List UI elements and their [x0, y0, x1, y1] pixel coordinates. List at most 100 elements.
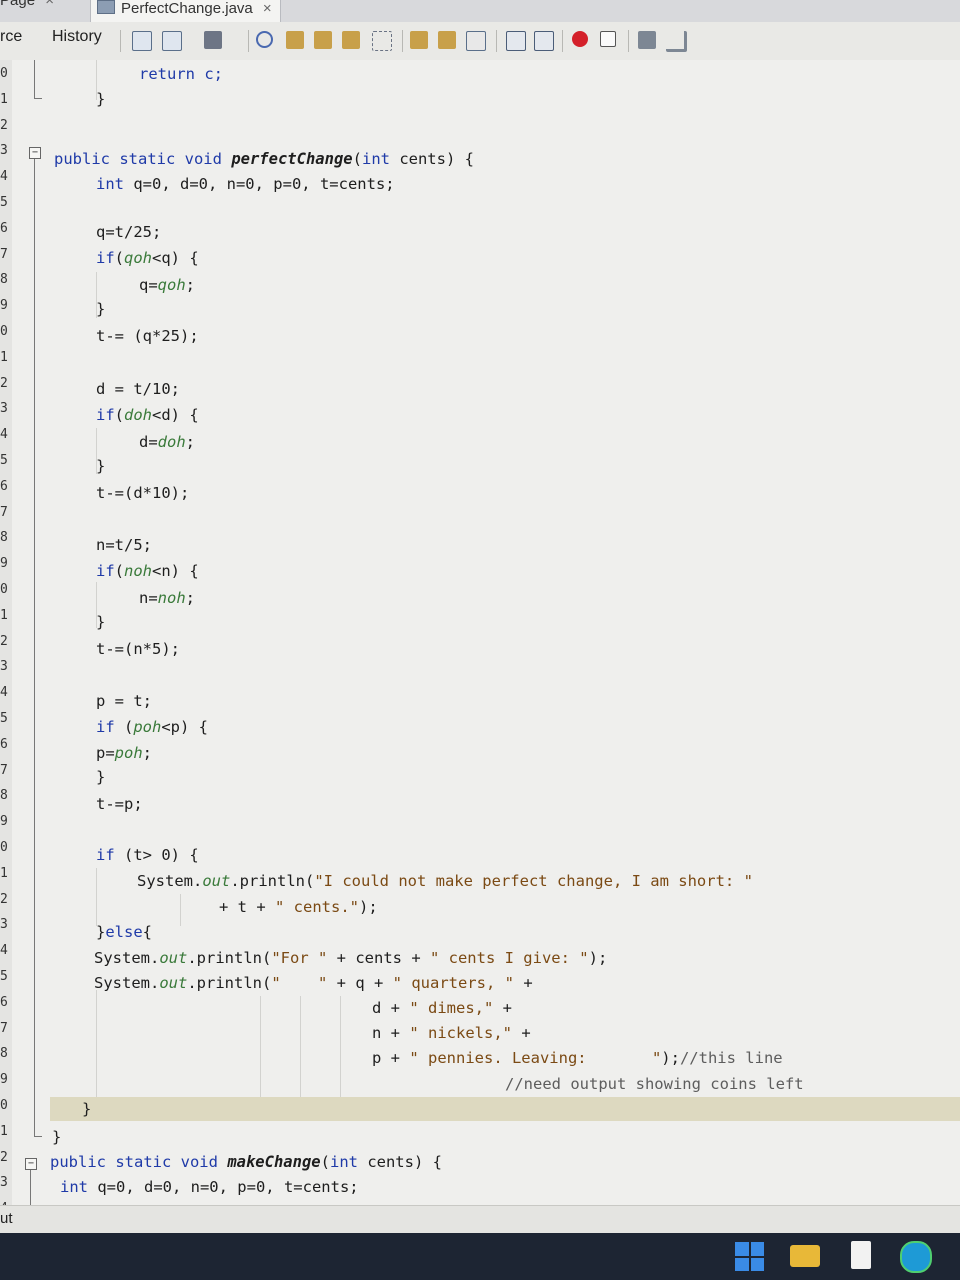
code-line[interactable]: public static void makeChange(int cents)…	[50, 1153, 442, 1171]
code-line[interactable]: n + " nickels," +	[372, 1024, 531, 1042]
code-line[interactable]: if (poh<p) {	[96, 718, 208, 736]
code-line[interactable]: int q=0, d=0, n=0, p=0, t=cents;	[96, 175, 395, 193]
code-line[interactable]: p + " pennies. Leaving: ");//this line	[372, 1049, 783, 1067]
tab-close-icon[interactable]: ×	[263, 0, 272, 17]
line-number: 1	[0, 607, 8, 623]
previous-bookmark-icon[interactable]	[410, 31, 428, 49]
notepad-icon[interactable]	[851, 1241, 871, 1269]
code-line[interactable]: q=qoh;	[139, 276, 195, 294]
code-line[interactable]: }	[82, 1100, 91, 1118]
uncomment-icon[interactable]	[666, 31, 687, 52]
code-token: p=	[96, 744, 115, 762]
toggle-highlight-icon[interactable]	[342, 31, 360, 49]
code-line[interactable]: System.out.println("I could not make per…	[137, 872, 753, 890]
code-line[interactable]: if(noh<n) {	[96, 562, 199, 580]
code-line[interactable]: n=t/5;	[96, 536, 152, 554]
line-number: 0	[0, 66, 8, 81]
windows-start-icon[interactable]	[735, 1242, 764, 1271]
code-line[interactable]: t-=p;	[96, 795, 143, 813]
code-line[interactable]: System.out.println("For " + cents + " ce…	[94, 949, 607, 967]
line-number: 7	[0, 504, 8, 520]
outline-panel-header[interactable]: ut	[0, 1205, 960, 1234]
file-explorer-icon[interactable]	[790, 1245, 820, 1267]
code-token: ;	[185, 433, 196, 451]
code-token: if	[96, 249, 115, 267]
tab-perfectchange-java[interactable]: PerfectChange.java ×	[90, 0, 281, 23]
code-token: System.	[94, 949, 160, 967]
tab-page[interactable]: Page ×	[0, 0, 54, 16]
fold-toggle-icon[interactable]: −	[29, 147, 41, 159]
shift-right-icon[interactable]	[534, 31, 554, 51]
code-token: public static void	[54, 150, 232, 168]
edge-browser-icon[interactable]	[900, 1241, 932, 1273]
code-line[interactable]: int q=0, d=0, n=0, p=0, t=cents;	[60, 1178, 359, 1196]
code-line[interactable]: }	[52, 1128, 61, 1146]
forward-icon[interactable]	[204, 31, 222, 49]
code-line[interactable]: t-=(n*5);	[96, 640, 180, 658]
line-number: 2	[0, 375, 8, 391]
record-macro-icon[interactable]	[572, 31, 588, 47]
next-bookmark-icon[interactable]	[438, 31, 456, 49]
line-number: 9	[0, 556, 8, 572]
toolbar-separator	[562, 30, 563, 52]
indent-guide	[96, 990, 97, 1108]
code-line[interactable]: }	[96, 457, 105, 475]
stop-macro-icon[interactable]	[600, 31, 616, 47]
code-token: noh	[157, 589, 186, 607]
code-token: int	[329, 1153, 368, 1171]
code-line[interactable]: n=noh;	[139, 589, 195, 607]
line-number: 5	[0, 195, 8, 210]
code-line[interactable]: }else{	[96, 923, 152, 941]
outline-label: ut	[0, 1210, 13, 1227]
line-number-gutter: 0 1 2 3 4 5 6 7 8 9 0 1 2 3 4 5 6 7 8 9 0 1 2 3 4 5 6 7 8 9 0 1 2 3 4 5 6 7 8 9…	[0, 60, 12, 1242]
comment-icon[interactable]	[638, 31, 656, 49]
code-line[interactable]: //need output showing coins left	[505, 1075, 804, 1093]
code-line[interactable]: t-= (q*25);	[96, 327, 199, 345]
indent-guide	[300, 996, 301, 1108]
code-token: }	[96, 923, 106, 941]
code-line[interactable]: d + " dimes," +	[372, 999, 512, 1017]
shift-left-icon[interactable]	[506, 31, 526, 51]
code-line[interactable]: t-=(d*10);	[96, 484, 189, 502]
code-line[interactable]: d=doh;	[139, 433, 195, 451]
back-icon[interactable]	[162, 31, 182, 51]
code-line[interactable]: }	[96, 768, 105, 786]
code-line[interactable]: }	[96, 613, 105, 631]
find-icon[interactable]	[256, 31, 273, 48]
history-view-tab[interactable]: History	[52, 28, 102, 46]
fold-line	[34, 159, 35, 1136]
code-token: " nickels,"	[409, 1024, 512, 1042]
toolbar-separator	[496, 30, 497, 52]
code-line[interactable]: }	[96, 90, 105, 108]
code-token: "I could not make perfect change, I am s…	[314, 872, 753, 890]
source-view-tab[interactable]: rce	[0, 28, 22, 46]
find-previous-icon[interactable]	[286, 31, 304, 49]
code-line[interactable]: p=poh;	[96, 744, 152, 762]
code-token: cents) {	[399, 150, 474, 168]
code-line[interactable]: public static void perfectChange(int cen…	[54, 150, 474, 168]
toggle-bookmark-icon[interactable]	[466, 31, 486, 51]
line-number: 8	[0, 788, 8, 804]
code-line[interactable]: System.out.println(" " + q + " quarters,…	[94, 974, 533, 992]
indent-guide	[340, 996, 341, 1108]
code-line[interactable]: if(qoh<q) {	[96, 249, 199, 267]
code-line[interactable]: p = t;	[96, 692, 152, 710]
code-token: d = t/10;	[96, 380, 180, 398]
code-token: );	[661, 1049, 680, 1067]
find-next-icon[interactable]	[314, 31, 332, 49]
code-line[interactable]: return c;	[139, 65, 223, 83]
line-number: 9	[0, 1072, 8, 1088]
last-edit-icon[interactable]	[132, 31, 152, 51]
code-token: <n) {	[152, 562, 199, 580]
code-line[interactable]: + t + " cents.");	[219, 898, 378, 916]
code-line[interactable]: d = t/10;	[96, 380, 180, 398]
code-line[interactable]: if (t> 0) {	[96, 846, 199, 864]
tab-close-icon[interactable]: ×	[45, 0, 54, 9]
selection-icon[interactable]	[372, 31, 392, 51]
line-number: 1	[0, 1123, 8, 1139]
code-line[interactable]: if(doh<d) {	[96, 406, 199, 424]
fold-toggle-icon[interactable]: −	[25, 1158, 37, 1170]
code-token: (t> 0) {	[124, 846, 199, 864]
code-line[interactable]: q=t/25;	[96, 223, 161, 241]
code-line[interactable]: }	[96, 300, 105, 318]
